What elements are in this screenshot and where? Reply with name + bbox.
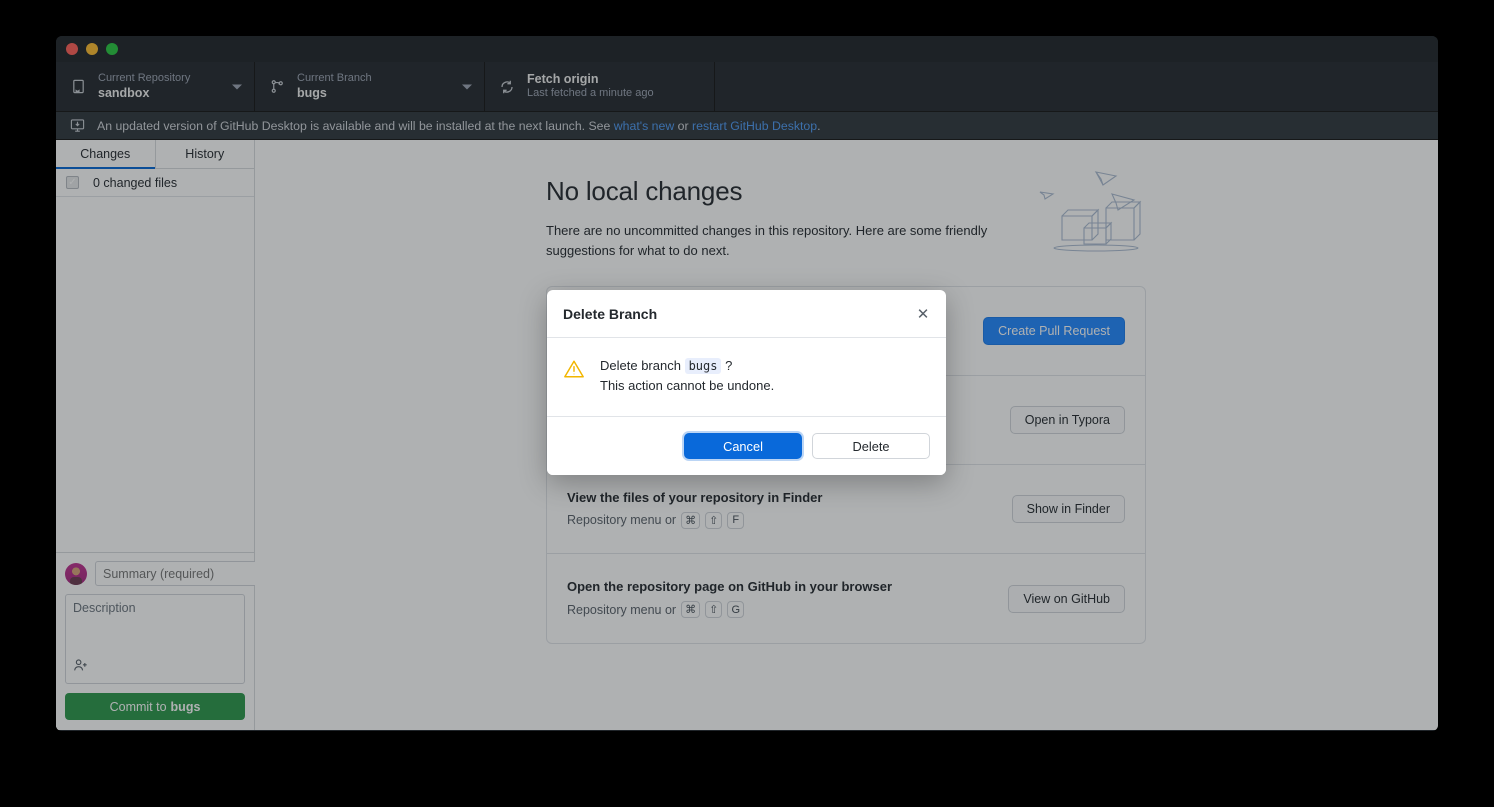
branch-name-chip: bugs: [685, 358, 722, 374]
cancel-button[interactable]: Cancel: [684, 433, 802, 459]
dialog-message-line2: This action cannot be undone.: [600, 376, 774, 396]
dialog-title: Delete Branch: [563, 306, 657, 322]
dialog-content: Delete branch bugs ? This action cannot …: [547, 338, 946, 417]
dialog-message-line1: Delete branch bugs ?: [600, 356, 774, 376]
dialog-header: Delete Branch ✕: [547, 290, 946, 338]
close-icon[interactable]: ✕: [913, 304, 933, 324]
warning-triangle-icon: [563, 358, 585, 385]
github-desktop-window: Current Repository sandbox Current Branc…: [56, 36, 1438, 731]
dialog-footer: Cancel Delete: [547, 417, 946, 475]
delete-button[interactable]: Delete: [812, 433, 930, 459]
delete-branch-dialog: Delete Branch ✕ Delete branch bugs ? Thi…: [547, 290, 946, 475]
dialog-message-prefix: Delete branch: [600, 358, 685, 373]
dialog-message: Delete branch bugs ? This action cannot …: [600, 356, 774, 396]
dialog-message-suffix: ?: [721, 358, 732, 373]
